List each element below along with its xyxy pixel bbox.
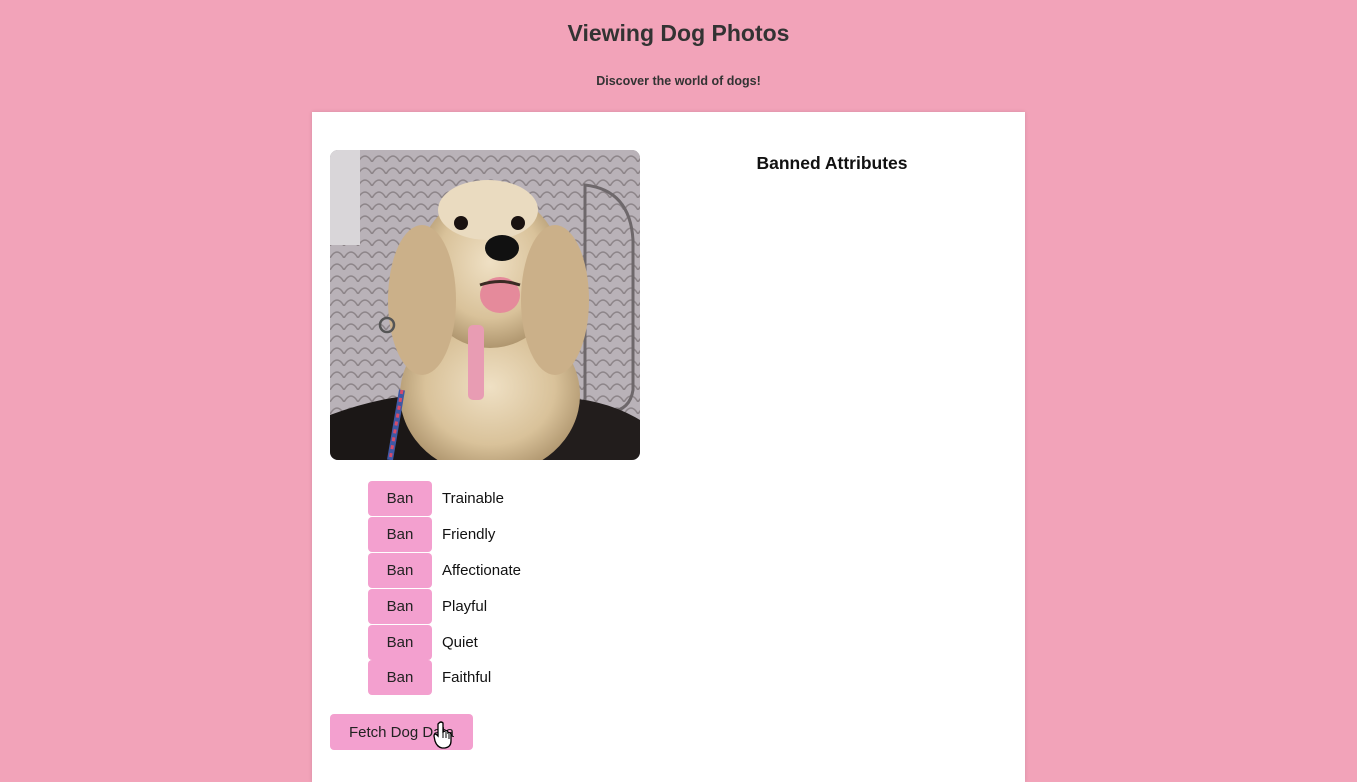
- banned-attributes-heading: Banned Attributes: [756, 153, 908, 173]
- page-title: Viewing Dog Photos: [567, 20, 790, 46]
- attribute-label: Faithful: [442, 669, 492, 687]
- attribute-label: Quiet: [442, 633, 478, 651]
- attribute-label: Playful: [442, 597, 488, 615]
- attribute-label: Trainable: [442, 490, 504, 508]
- dog-photo: [330, 150, 640, 460]
- attribute-row: Ban Trainable: [368, 481, 521, 517]
- attribute-row: Ban Affectionate: [368, 552, 521, 589]
- main-card: Banned Attributes Ban Trainable Ban Frie…: [312, 112, 1025, 782]
- attribute-row: Ban Quiet: [368, 624, 521, 660]
- attribute-list: Ban Trainable Ban Friendly Ban Affection…: [368, 481, 521, 696]
- ban-quiet-button[interactable]: Ban: [368, 624, 432, 660]
- ban-playful-button[interactable]: Ban: [368, 588, 432, 624]
- ban-affectionate-button[interactable]: Ban: [368, 552, 432, 588]
- ban-faithful-button[interactable]: Ban: [368, 660, 432, 696]
- page-subtitle: Discover the world of dogs!: [596, 74, 761, 88]
- attribute-label: Affectionate: [442, 561, 521, 579]
- attribute-label: Friendly: [442, 526, 496, 544]
- hand-pointer-icon: [433, 721, 452, 749]
- ban-trainable-button[interactable]: Ban: [368, 481, 432, 517]
- ban-friendly-button[interactable]: Ban: [368, 517, 432, 553]
- attribute-row: Ban Faithful: [368, 660, 521, 696]
- attribute-row: Ban Playful: [368, 588, 521, 624]
- attribute-row: Ban Friendly: [368, 517, 521, 553]
